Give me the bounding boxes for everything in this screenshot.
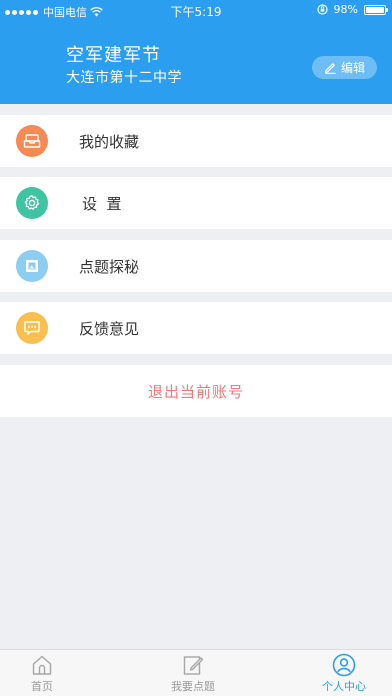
tab-bar: 首页 我要点题 个人中心 [0,649,392,696]
menu-label-favorites: 我的收藏 [79,132,140,151]
tab-label-ask-question: 我要点题 [171,680,215,693]
gear-icon [16,187,48,219]
tab-label-profile: 个人中心 [322,680,366,693]
pencil-icon [324,63,336,74]
user-school: 大连市第十二中学 [66,70,182,86]
battery-percent: 98% [333,3,358,16]
tab-ask-question[interactable]: 我要点题 [138,653,248,694]
menu-label-settings: 设 置 [82,194,122,213]
orientation-lock-icon [316,4,328,15]
menu-item-settings[interactable]: 设 置 [0,177,392,229]
picture-frame-icon [16,250,48,282]
battery-fill [366,6,384,13]
battery-info: 98% [316,3,388,16]
user-name: 空军建军节 [66,45,161,66]
tab-home[interactable]: 首页 [0,653,97,694]
chat-bubble-icon [16,312,48,344]
battery-icon [364,4,388,15]
logout-button[interactable]: 退出当前账号 [0,365,392,417]
menu-item-feedback[interactable]: 反馈意见 [0,302,392,354]
menu-item-favorites[interactable]: 我的收藏 [0,115,392,167]
profile-header: 中国电信 下午5:19 98% 空军建军节 大连市第十二中学 编辑 [0,0,392,104]
home-icon [32,655,52,675]
menu-item-explore[interactable]: 点题探秘 [0,240,392,292]
tab-label-home: 首页 [31,680,53,693]
menu-label-feedback: 反馈意见 [79,319,140,338]
status-bar: 中国电信 下午5:19 98% [0,0,392,20]
tab-profile[interactable]: 个人中心 [289,653,392,694]
edit-profile-button[interactable]: 编辑 [312,56,377,79]
edit-note-icon [183,656,204,675]
user-icon [332,653,356,677]
edit-label: 编辑 [340,61,365,75]
menu-label-explore: 点题探秘 [79,257,140,276]
inbox-tray-icon [16,125,48,157]
